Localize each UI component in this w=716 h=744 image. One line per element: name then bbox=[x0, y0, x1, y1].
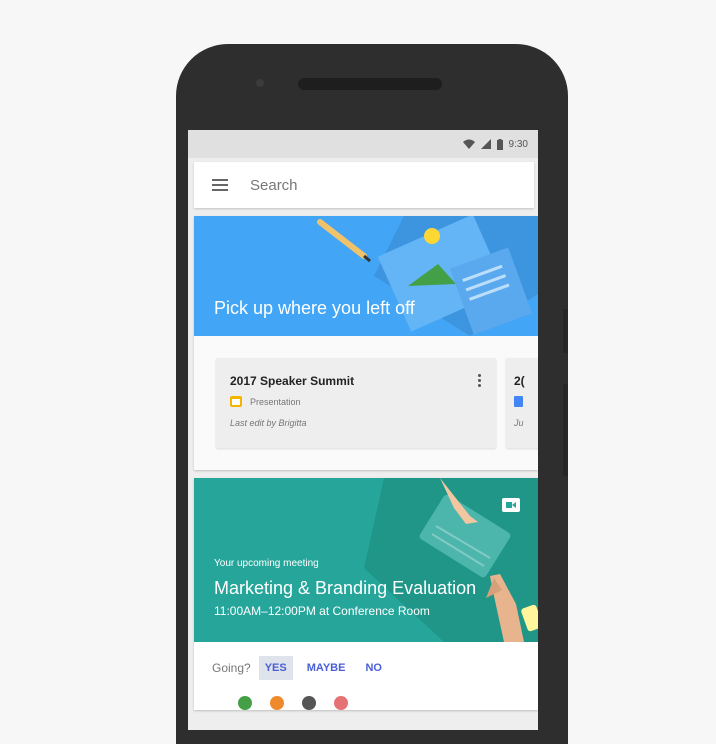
meeting-title: Marketing & Branding Evaluation bbox=[214, 578, 477, 598]
earpiece-speaker bbox=[298, 78, 442, 90]
document-carousel[interactable]: 2017 Speaker Summit Presentation Last ed… bbox=[194, 336, 538, 470]
phone-frame: 9:30 Search Pick up where you left off 2… bbox=[176, 44, 568, 744]
avatar bbox=[334, 696, 348, 710]
battery-icon bbox=[496, 138, 503, 150]
document-type: Presentation bbox=[250, 397, 301, 407]
search-bar[interactable]: Search bbox=[194, 162, 534, 208]
rsvp-yes-button[interactable]: YES bbox=[258, 656, 293, 680]
wifi-icon bbox=[462, 139, 475, 149]
docs-icon bbox=[514, 396, 523, 407]
rsvp-row: Going? YES MAYBE NO bbox=[194, 642, 538, 694]
meeting-subtitle: Your upcoming meeting bbox=[214, 558, 319, 569]
more-options-icon[interactable] bbox=[478, 372, 482, 389]
signal-icon bbox=[480, 139, 491, 149]
meeting-card: Your upcoming meeting Marketing & Brandi… bbox=[194, 478, 538, 710]
power-button bbox=[563, 309, 568, 353]
meeting-banner: Your upcoming meeting Marketing & Brandi… bbox=[194, 478, 538, 642]
document-title: 2017 Speaker Summit bbox=[230, 374, 355, 388]
search-label: Search bbox=[250, 176, 298, 194]
video-camera-icon[interactable] bbox=[502, 498, 520, 512]
rsvp-maybe-button[interactable]: MAYBE bbox=[301, 656, 352, 680]
front-camera bbox=[256, 79, 264, 87]
document-last-edit: Last edit by Brigitta bbox=[230, 418, 307, 428]
continue-title: Pick up where you left off bbox=[214, 298, 415, 318]
continue-banner: Pick up where you left off bbox=[194, 216, 538, 336]
card-feed: Pick up where you left off 2017 Speaker … bbox=[194, 216, 538, 710]
menu-icon[interactable] bbox=[212, 176, 228, 194]
avatar bbox=[302, 696, 316, 710]
document-card[interactable]: 2017 Speaker Summit Presentation Last ed… bbox=[216, 358, 496, 448]
volume-button bbox=[563, 384, 568, 476]
slides-icon bbox=[230, 396, 242, 407]
peek-document-last-edit: Ju bbox=[514, 418, 524, 428]
rsvp-no-button[interactable]: NO bbox=[359, 656, 388, 680]
document-card-peek[interactable]: 2( Ju bbox=[506, 358, 538, 448]
phone-screen: 9:30 Search Pick up where you left off 2… bbox=[188, 130, 538, 730]
going-label: Going? bbox=[212, 661, 251, 675]
avatar bbox=[238, 696, 252, 710]
status-bar: 9:30 bbox=[188, 130, 538, 158]
attendee-avatars bbox=[194, 696, 538, 710]
status-time: 9:30 bbox=[508, 138, 528, 150]
peek-document-title: 2( bbox=[514, 374, 525, 388]
meeting-time: 11:00AM–12:00PM at Conference Room bbox=[214, 604, 430, 618]
avatar bbox=[270, 696, 284, 710]
continue-card: Pick up where you left off 2017 Speaker … bbox=[194, 216, 538, 470]
